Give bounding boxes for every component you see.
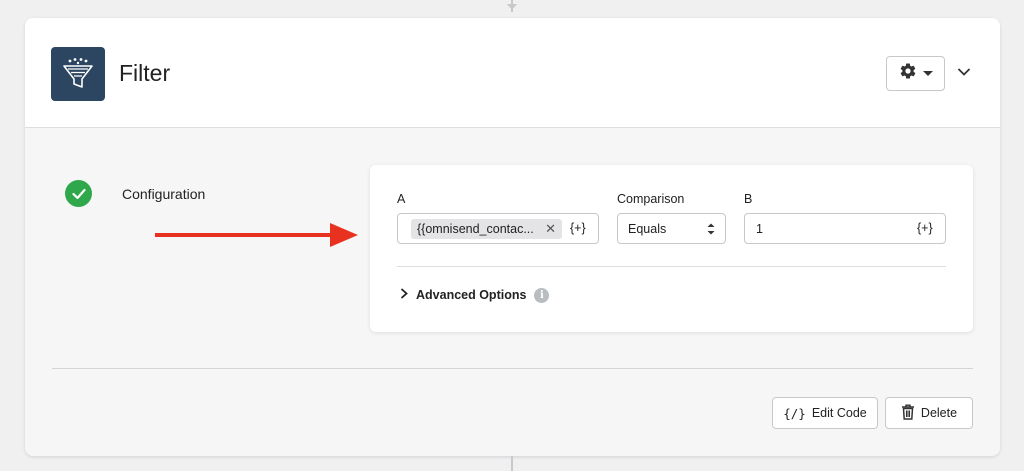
page-title: Filter [119, 60, 171, 86]
code-braces-icon: {/} [783, 405, 806, 421]
delete-button[interactable]: Delete [885, 397, 973, 429]
field-b-label: B [744, 192, 753, 206]
advanced-options-toggle[interactable]: Advanced Options i [400, 285, 550, 305]
field-a-label: A [397, 192, 406, 206]
chevron-right-icon [400, 286, 408, 304]
field-b-value: 1 [756, 222, 763, 236]
variable-token-text: {{omnisend_contac... [417, 222, 534, 236]
remove-token-icon[interactable]: ✕ [545, 221, 556, 237]
info-icon[interactable]: i [534, 287, 550, 303]
trash-icon [901, 404, 915, 423]
panel-divider [397, 266, 946, 267]
delete-label: Delete [920, 406, 958, 420]
field-a-input[interactable]: {{omnisend_contac... ✕ {+} [397, 213, 599, 244]
flow-connector-arrow-icon [507, 4, 517, 10]
comparison-label: Comparison [617, 192, 685, 206]
collapse-chevron-icon[interactable] [954, 62, 974, 82]
advanced-options-label: Advanced Options [416, 288, 527, 302]
comparison-select[interactable]: Equals [617, 213, 726, 244]
settings-dropdown-button[interactable] [886, 56, 945, 91]
caret-down-icon [922, 71, 933, 76]
filter-config-panel: A Comparison B {{omnisend_contac... ✕ {+… [370, 165, 973, 332]
edit-code-label: Edit Code [811, 406, 867, 420]
variable-token[interactable]: {{omnisend_contac... ✕ [411, 219, 562, 239]
step-label-configuration: Configuration [122, 186, 206, 202]
filter-funnel-icon [51, 47, 105, 101]
insert-variable-button-a[interactable]: {+} [570, 221, 586, 235]
card-header: Filter [25, 18, 1000, 128]
step-complete-check-icon [65, 180, 92, 207]
field-b-input[interactable]: 1 {+} [744, 213, 946, 244]
footer-divider [52, 368, 973, 369]
insert-variable-button-b[interactable]: {+} [917, 221, 933, 235]
filter-step-card: Filter Configuration A Comparison B {{om… [25, 18, 1000, 456]
gear-icon [899, 62, 917, 85]
select-updown-icon [707, 222, 715, 236]
comparison-select-value: Equals [628, 222, 667, 236]
flow-connector-bottom [511, 456, 513, 471]
red-arrow-annotation-icon [155, 220, 360, 255]
edit-code-button[interactable]: {/} Edit Code [772, 397, 878, 429]
